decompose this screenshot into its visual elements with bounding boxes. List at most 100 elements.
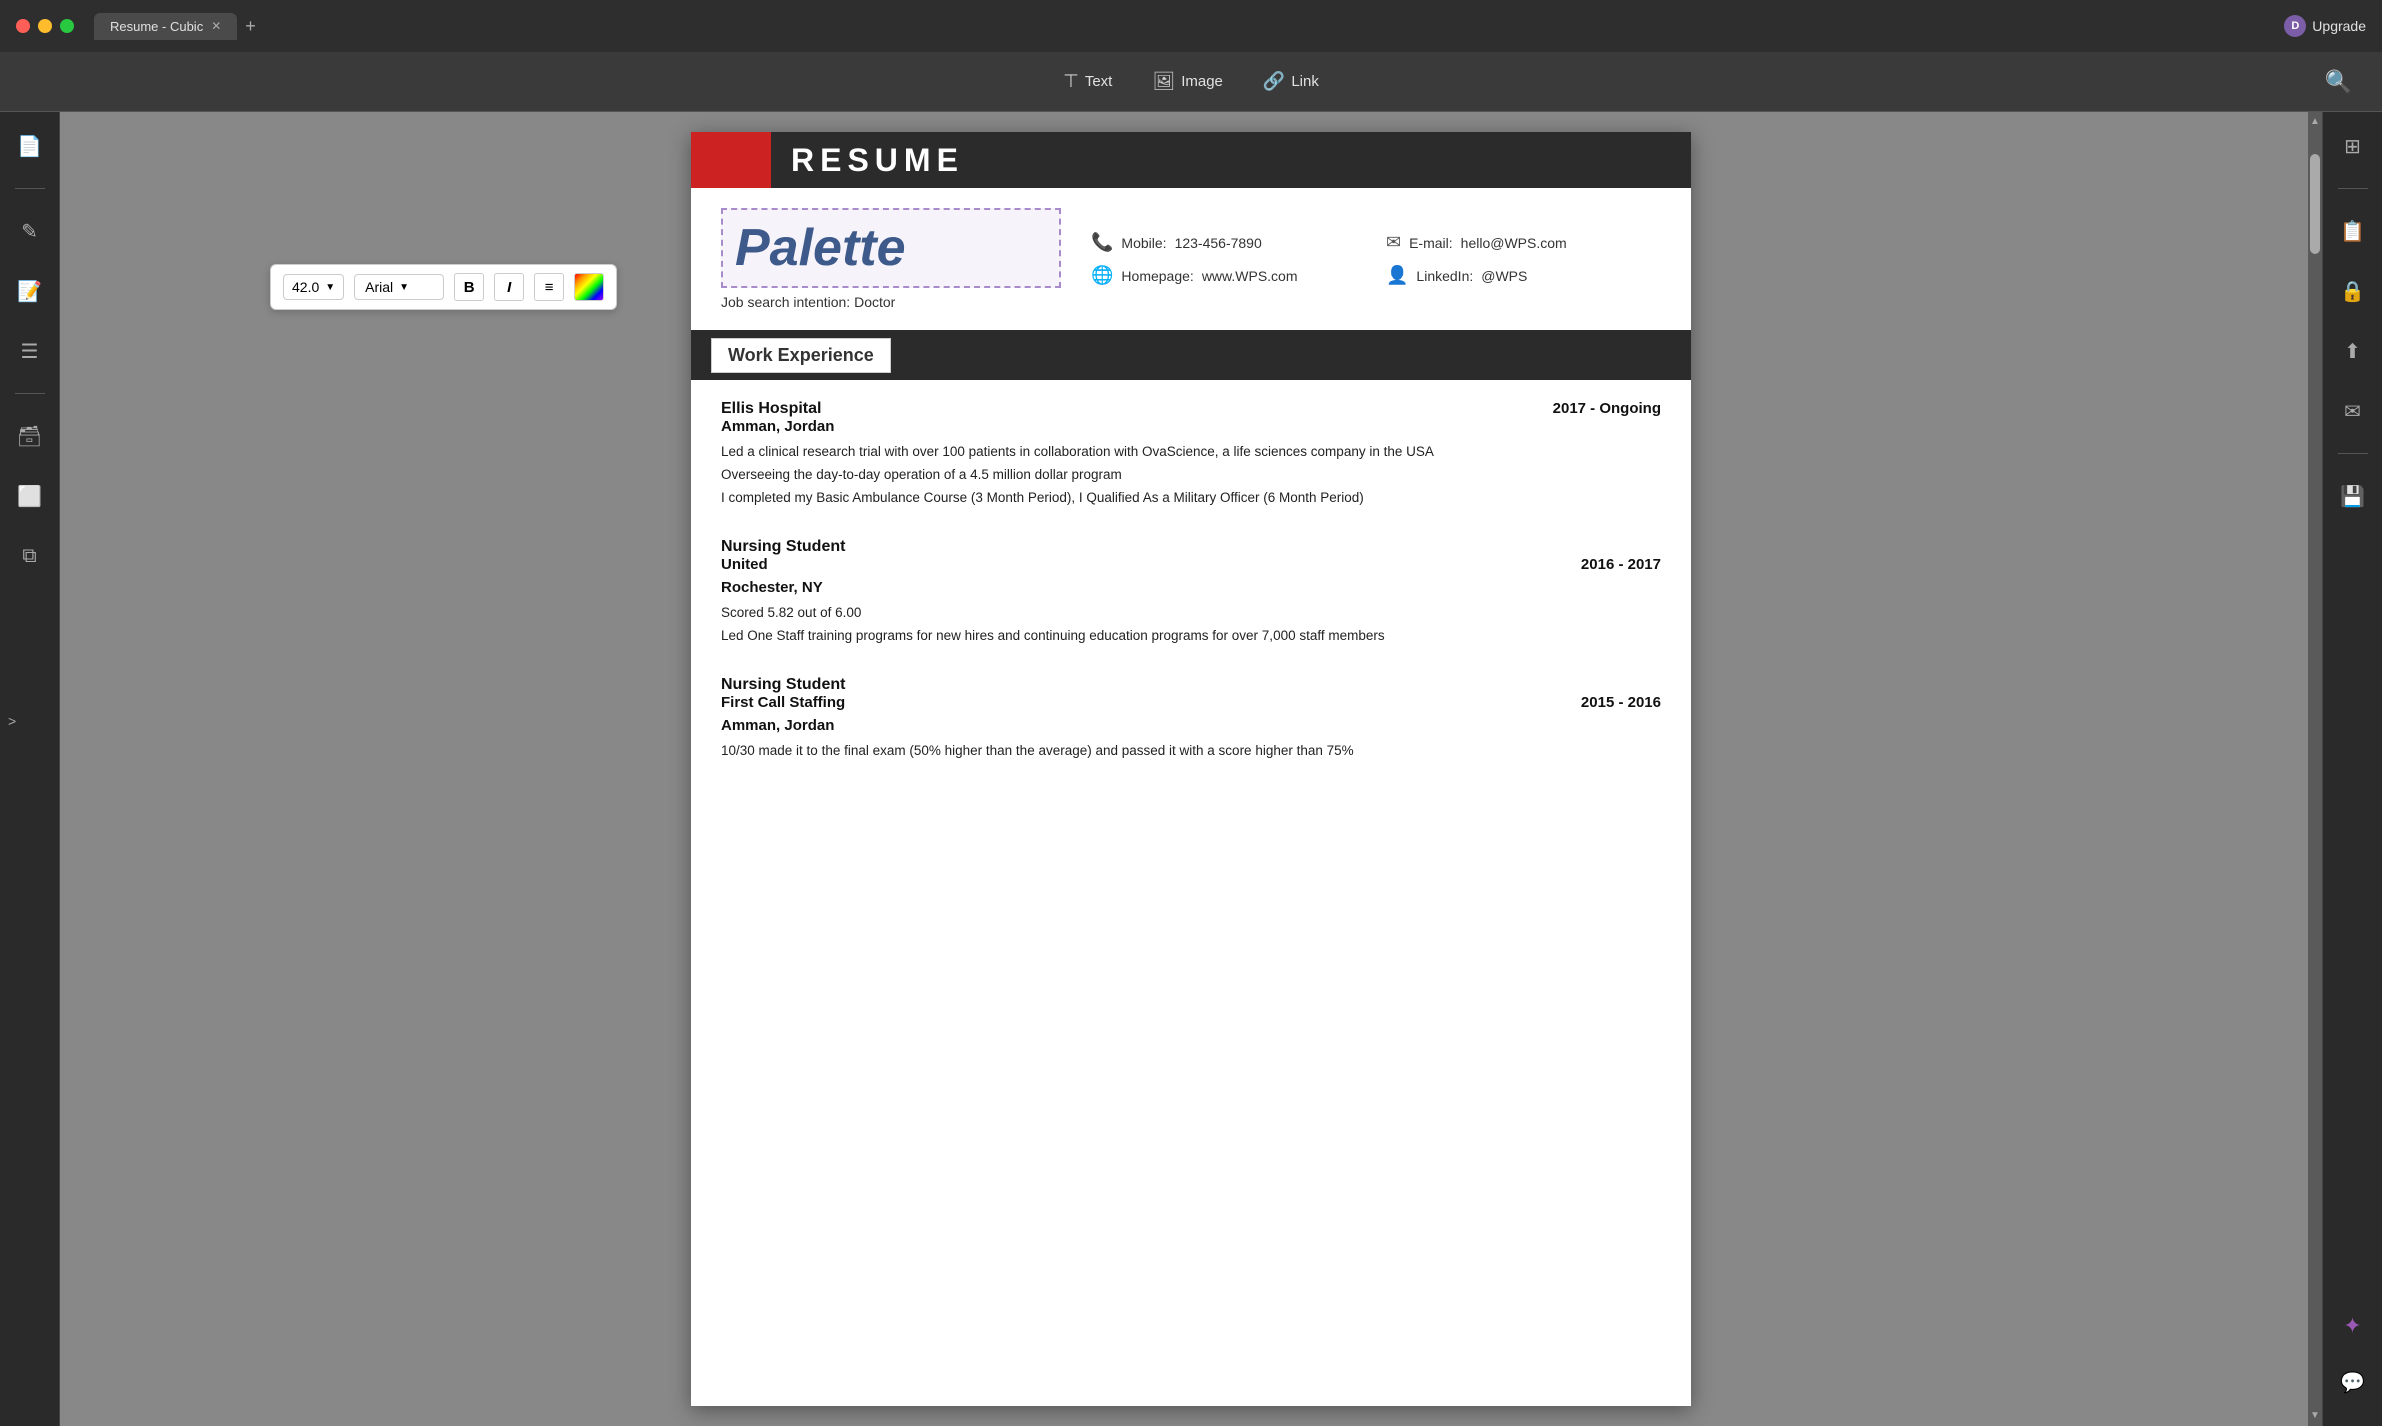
link-label: Link bbox=[1291, 73, 1319, 90]
left-sidebar: 📄 ✎ 📝 ☰ 🗃 ⬜ ⧉ > bbox=[0, 112, 60, 1426]
sidebar-icon-copy[interactable]: ⧉ bbox=[12, 538, 48, 574]
sidebar-right-file-check[interactable]: 📋 bbox=[2335, 213, 2371, 249]
resume-name-section: Palette Job search intention: Doctor 📞 M… bbox=[691, 188, 1691, 330]
sidebar-right-share[interactable]: ⬆ bbox=[2335, 333, 2371, 369]
maximize-button[interactable] bbox=[60, 19, 74, 33]
work-dates-1: 2017 - Ongoing bbox=[1553, 400, 1661, 417]
right-sidebar-divider-1 bbox=[2338, 188, 2368, 189]
sidebar-right-lock-file[interactable]: 🔒 bbox=[2335, 273, 2371, 309]
sidebar-icon-image[interactable]: 🗃 bbox=[12, 418, 48, 454]
mobile-label: Mobile: bbox=[1121, 235, 1166, 251]
work-entry-1-header: Ellis Hospital 2017 - Ongoing bbox=[721, 400, 1661, 418]
font-size-selector[interactable]: 42.0 ▼ bbox=[283, 274, 344, 300]
sidebar-right-scan[interactable]: ⊞ bbox=[2335, 128, 2371, 164]
image-icon: 🖼 bbox=[1152, 71, 1175, 92]
bold-button[interactable]: B bbox=[454, 273, 484, 301]
link-tool[interactable]: 🔗 Link bbox=[1263, 71, 1319, 92]
expand-toggle[interactable]: > bbox=[8, 713, 16, 731]
candidate-name: Palette bbox=[735, 218, 1047, 278]
font-size-chevron: ▼ bbox=[325, 282, 335, 293]
web-icon: 🌐 bbox=[1091, 265, 1113, 286]
email-label: E-mail: bbox=[1409, 235, 1453, 251]
resume-header: RESUME bbox=[691, 132, 1691, 188]
document-area[interactable]: 42.0 ▼ Arial ▼ B I ≡ RESUME bbox=[60, 112, 2322, 1426]
tab-close-button[interactable]: ✕ bbox=[211, 19, 221, 33]
work-entry-3-header: Nursing Student bbox=[721, 676, 1661, 694]
format-toolbar: 42.0 ▼ Arial ▼ B I ≡ bbox=[270, 264, 617, 310]
sidebar-right-ai[interactable]: ✦ bbox=[2335, 1308, 2371, 1344]
right-sidebar: ⊞ 📋 🔒 ⬆ ✉ 💾 ✦ 💬 bbox=[2322, 112, 2382, 1426]
search-icon: 🔍 bbox=[2325, 69, 2352, 94]
work-sub-header-3: First Call Staffing 2015 - 2016 bbox=[721, 694, 1661, 717]
active-tab[interactable]: Resume - Cubic ✕ bbox=[94, 13, 237, 40]
work-experience-section-header: Work Experience bbox=[691, 330, 1691, 380]
work-entry-3: Nursing Student First Call Staffing 2015… bbox=[721, 676, 1661, 763]
minimize-button[interactable] bbox=[38, 19, 52, 33]
link-icon: 🔗 bbox=[1263, 71, 1285, 92]
scroll-down-button[interactable]: ▼ bbox=[2308, 1406, 2322, 1426]
work-company2-2: United bbox=[721, 556, 768, 573]
linkedin-contact: 👤 LinkedIn: @WPS bbox=[1386, 265, 1661, 286]
main-layout: 📄 ✎ 📝 ☰ 🗃 ⬜ ⧉ > 42.0 ▼ Arial ▼ B bbox=[0, 112, 2382, 1426]
scrollbar[interactable]: ▲ ▼ bbox=[2308, 112, 2322, 1426]
resume-contact: 📞 Mobile: 123-456-7890 ✉ E-mail: hello@W… bbox=[1091, 208, 1661, 310]
text-tool[interactable]: ⊤ Text bbox=[1063, 71, 1112, 92]
sidebar-icon-template[interactable]: ⬜ bbox=[12, 478, 48, 514]
homepage-label: Homepage: bbox=[1121, 268, 1193, 284]
titlebar-right: D Upgrade bbox=[2284, 15, 2366, 37]
work-location-2: Rochester, NY bbox=[721, 579, 1661, 596]
font-size-value: 42.0 bbox=[292, 279, 319, 295]
work-entry-1: Ellis Hospital 2017 - Ongoing Amman, Jor… bbox=[721, 400, 1661, 510]
job-intention-label: Job search intention: bbox=[721, 294, 850, 310]
homepage-contact: 🌐 Homepage: www.WPS.com bbox=[1091, 265, 1366, 286]
main-toolbar: ⊤ Text 🖼 Image 🔗 Link 🔍 bbox=[0, 52, 2382, 112]
company-name-3: Nursing Student bbox=[721, 676, 845, 694]
upgrade-button[interactable]: D Upgrade bbox=[2284, 15, 2366, 37]
resume-name-left: Palette Job search intention: Doctor bbox=[721, 208, 1061, 310]
work-entry-2: Nursing Student United 2016 - 2017 Roche… bbox=[721, 538, 1661, 648]
image-label: Image bbox=[1181, 73, 1223, 90]
titlebar: Resume - Cubic ✕ + D Upgrade bbox=[0, 0, 2382, 52]
name-box[interactable]: Palette bbox=[721, 208, 1061, 288]
scrollbar-thumb[interactable] bbox=[2310, 154, 2320, 254]
email-contact: ✉ E-mail: hello@WPS.com bbox=[1386, 232, 1661, 253]
close-button[interactable] bbox=[16, 19, 30, 33]
sidebar-icon-text-edit[interactable]: 📝 bbox=[12, 273, 48, 309]
work-desc-2-0: Scored 5.82 out of 6.00 bbox=[721, 602, 1661, 625]
resume-title: RESUME bbox=[771, 142, 964, 179]
text-label: Text bbox=[1085, 73, 1113, 90]
sidebar-right-chat[interactable]: 💬 bbox=[2335, 1364, 2371, 1400]
sidebar-right-mail[interactable]: ✉ bbox=[2335, 393, 2371, 429]
italic-button[interactable]: I bbox=[494, 273, 524, 301]
new-tab-button[interactable]: + bbox=[245, 16, 256, 37]
scroll-up-button[interactable]: ▲ bbox=[2308, 112, 2322, 132]
search-button[interactable]: 🔍 bbox=[2325, 69, 2352, 95]
sidebar-icon-list[interactable]: ☰ bbox=[12, 333, 48, 369]
font-family-value: Arial bbox=[365, 279, 393, 295]
email-value: hello@WPS.com bbox=[1461, 235, 1567, 251]
sidebar-icon-edit[interactable]: ✎ bbox=[12, 213, 48, 249]
mobile-contact: 📞 Mobile: 123-456-7890 bbox=[1091, 232, 1366, 253]
work-desc-1-0: Led a clinical research trial with over … bbox=[721, 441, 1661, 464]
mobile-value: 123-456-7890 bbox=[1175, 235, 1262, 251]
text-icon: ⊤ bbox=[1063, 71, 1079, 92]
linkedin-value: @WPS bbox=[1481, 268, 1527, 284]
company-name-2: Nursing Student bbox=[721, 538, 845, 556]
image-tool[interactable]: 🖼 Image bbox=[1152, 71, 1223, 92]
homepage-value: www.WPS.com bbox=[1202, 268, 1298, 284]
work-dates-3: 2015 - 2016 bbox=[1581, 694, 1661, 717]
work-entry-2-header: Nursing Student bbox=[721, 538, 1661, 556]
sidebar-right-save[interactable]: 💾 bbox=[2335, 478, 2371, 514]
align-button[interactable]: ≡ bbox=[534, 273, 564, 301]
sidebar-right-bottom: ✦ 💬 bbox=[2335, 1308, 2371, 1410]
font-family-selector[interactable]: Arial ▼ bbox=[354, 274, 444, 300]
work-experience-label: Work Experience bbox=[711, 338, 891, 373]
job-intention-value: Doctor bbox=[854, 294, 895, 310]
header-red-bar bbox=[691, 132, 771, 188]
work-desc-1-1: Overseeing the day-to-day operation of a… bbox=[721, 464, 1661, 487]
color-picker-button[interactable] bbox=[574, 273, 604, 301]
work-section: Ellis Hospital 2017 - Ongoing Amman, Jor… bbox=[691, 380, 1691, 811]
job-intention: Job search intention: Doctor bbox=[721, 294, 1061, 310]
sidebar-icon-document[interactable]: 📄 bbox=[12, 128, 48, 164]
upgrade-label: Upgrade bbox=[2312, 18, 2366, 34]
